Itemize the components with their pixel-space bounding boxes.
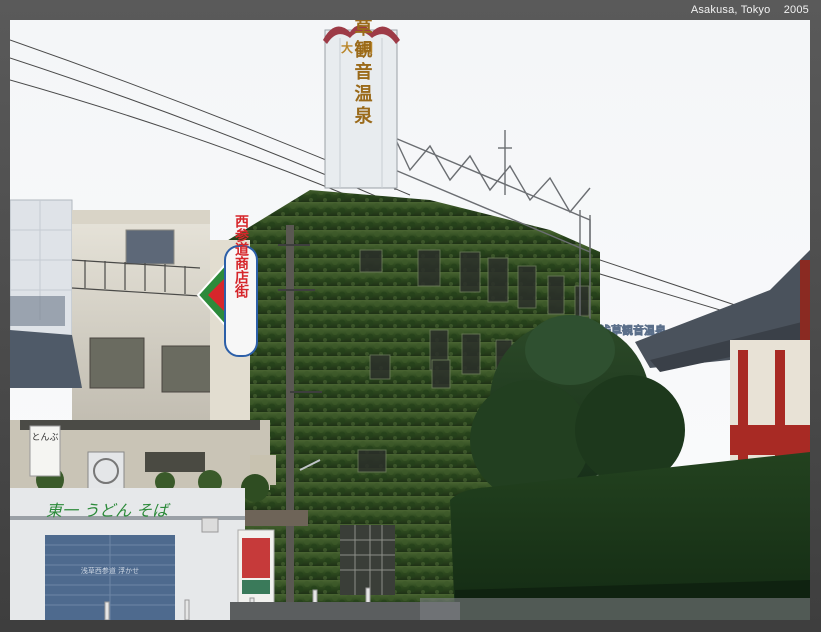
curb bbox=[420, 598, 810, 620]
photo-scene: 大劇 浅草観音温泉 浅草観音温泉 とんぶ 東一 うどん そば 浅草西参道 浮かせ… bbox=[10, 20, 810, 620]
tower-sign-main: 浅草観音温泉 bbox=[352, 20, 373, 128]
shop-sign-left: とんぶ bbox=[31, 432, 58, 443]
shutter-text: 浅草西参道 浮かせ bbox=[81, 566, 139, 575]
photo-caption: Asakusa, Tokyo 2005 bbox=[681, 4, 809, 16]
photo: 大劇 浅草観音温泉 浅草観音温泉 とんぶ 東一 うどん そば 浅草西参道 浮かせ… bbox=[10, 20, 810, 620]
caption-year: 2005 bbox=[783, 4, 809, 16]
caption-place: Asakusa, Tokyo bbox=[690, 4, 771, 16]
side-sign-text: 西参道商店街 bbox=[233, 214, 250, 299]
shop-sign-main: 東一 うどん そば bbox=[46, 501, 171, 520]
tower-sign: 大劇 浅草観音温泉 bbox=[323, 20, 400, 189]
